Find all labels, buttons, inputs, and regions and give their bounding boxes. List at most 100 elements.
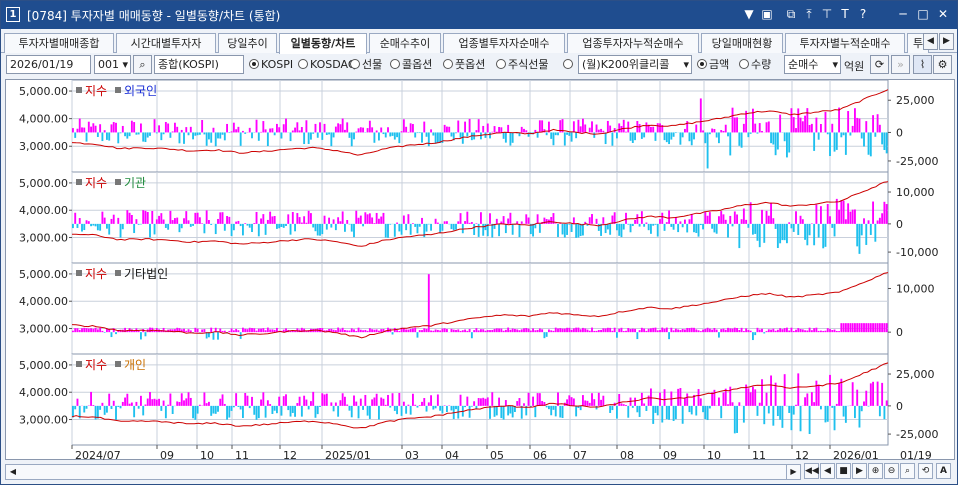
net-buy-bar bbox=[92, 328, 95, 333]
radio-underlying[interactable] bbox=[563, 57, 575, 73]
horizontal-scrollbar[interactable]: ◀ ▶ bbox=[5, 464, 801, 480]
net-buy-bar bbox=[629, 132, 632, 141]
code-select[interactable]: 001 ▾ bbox=[94, 55, 131, 74]
net-buy-bar bbox=[693, 223, 695, 233]
dropdown-icon[interactable]: ▼ bbox=[741, 6, 757, 23]
minimize-icon[interactable]: ─ bbox=[895, 6, 911, 23]
net-buy-bar bbox=[83, 127, 86, 133]
type-select[interactable]: 순매수 ▾ bbox=[784, 55, 841, 74]
reset-icon[interactable]: ⟲ bbox=[918, 463, 933, 479]
net-buy-bar bbox=[765, 331, 768, 333]
net-buy-bar bbox=[101, 132, 104, 142]
radio-call-option[interactable]: 콜옵션 bbox=[390, 57, 432, 73]
tab-daily-trading[interactable]: 당일매매현황 bbox=[701, 33, 783, 53]
rewind-icon[interactable]: ◀◀ bbox=[804, 463, 819, 479]
net-buy-bar bbox=[790, 108, 793, 133]
stop-icon[interactable]: ■ bbox=[836, 463, 851, 479]
net-buy-bar bbox=[285, 118, 287, 133]
net-buy-bar bbox=[749, 202, 752, 224]
net-buy-bar bbox=[244, 392, 247, 406]
net-buy-bar bbox=[248, 405, 251, 409]
net-buy-bar bbox=[711, 128, 714, 133]
net-buy-bar bbox=[695, 329, 698, 333]
net-buy-bar bbox=[761, 328, 763, 333]
text-icon[interactable]: T bbox=[837, 6, 853, 23]
fast-forward-icon[interactable]: » bbox=[891, 55, 910, 74]
net-buy-bar bbox=[518, 223, 521, 238]
right-axis-tick: 10,000 bbox=[896, 282, 935, 295]
net-buy-bar bbox=[752, 332, 754, 341]
underlying-select[interactable]: (월)K200위클리콜 ▾ bbox=[578, 55, 692, 74]
tab-next-icon[interactable]: ▶ bbox=[939, 33, 954, 50]
radio-stock-futures[interactable]: 주식선물 bbox=[496, 57, 548, 73]
net-buy-bar bbox=[854, 108, 856, 133]
net-buy-bar bbox=[856, 389, 859, 406]
investor-chart[interactable]: 5,000.00 4,000.00 3,000.00 25,000 0 -25,000 지수… bbox=[5, 79, 955, 462]
net-buy-bar bbox=[101, 330, 104, 333]
radio-put-option[interactable]: 풋옵션 bbox=[443, 57, 485, 73]
close-icon[interactable]: ✕ bbox=[935, 6, 951, 23]
net-buy-bar bbox=[434, 405, 437, 409]
tab-investor-summary[interactable]: 투자자별매매종합 bbox=[4, 33, 114, 53]
radio-amount[interactable]: 금액 bbox=[697, 57, 729, 73]
net-buy-bar bbox=[579, 223, 582, 237]
screen-icon[interactable]: ▣ bbox=[759, 6, 775, 23]
net-buy-bar bbox=[294, 127, 296, 133]
net-buy-bar bbox=[824, 111, 827, 133]
pin-icon[interactable]: ⊤ bbox=[819, 6, 835, 23]
left-axis-tick: 5,000.00 bbox=[19, 85, 68, 98]
radio-dot bbox=[739, 59, 749, 69]
font-size-icon[interactable]: A bbox=[936, 463, 951, 479]
net-buy-bar bbox=[387, 223, 389, 238]
chart-view-icon[interactable]: ⌇ bbox=[913, 55, 932, 74]
net-buy-bar bbox=[842, 323, 845, 333]
refresh-icon[interactable]: ⟳ bbox=[870, 55, 889, 74]
help-icon[interactable]: ? bbox=[855, 6, 871, 23]
net-buy-bar bbox=[142, 210, 145, 224]
net-buy-bar bbox=[90, 223, 92, 227]
radio-futures[interactable]: 선물 bbox=[350, 57, 382, 73]
net-buy-bar bbox=[568, 395, 571, 406]
date-input[interactable]: 2026/01/19 bbox=[6, 55, 91, 74]
search-icon[interactable]: ⌕ bbox=[133, 55, 152, 74]
tab-prev-icon[interactable]: ◀ bbox=[923, 33, 938, 50]
net-buy-bar bbox=[470, 405, 473, 407]
net-buy-bar bbox=[212, 332, 215, 340]
net-buy-bar bbox=[618, 393, 621, 406]
radio-kosdaq[interactable]: KOSDAQ bbox=[298, 57, 357, 73]
net-buy-bar bbox=[400, 131, 403, 133]
link-icon[interactable]: ⧉ bbox=[783, 6, 799, 23]
gear-icon[interactable]: ⚙ bbox=[933, 55, 952, 74]
play-icon[interactable]: ▶ bbox=[852, 463, 867, 479]
scroll-right-icon[interactable]: ▶ bbox=[786, 465, 800, 479]
pin-top-icon[interactable]: ⤒ bbox=[801, 6, 817, 23]
net-buy-bar bbox=[767, 329, 770, 333]
net-buy-bar bbox=[611, 405, 614, 411]
right-axis-tick: 0 bbox=[896, 400, 903, 413]
net-buy-bar bbox=[758, 402, 761, 406]
tab-intraday-trend[interactable]: 당일추이 bbox=[218, 33, 277, 53]
net-buy-bar bbox=[647, 395, 650, 406]
left-axis-tick: 3,000.00 bbox=[19, 140, 68, 153]
radio-quantity[interactable]: 수량 bbox=[739, 57, 771, 73]
radio-kospi[interactable]: KOSPI bbox=[249, 57, 293, 73]
tab-sector-investor-net[interactable]: 업종별투자자순매수 bbox=[443, 33, 565, 53]
maximize-icon[interactable]: □ bbox=[915, 6, 931, 23]
net-buy-bar bbox=[137, 223, 140, 225]
net-buy-bar bbox=[761, 130, 763, 133]
net-buy-bar bbox=[135, 401, 138, 406]
tab-investor-cumulative[interactable]: 투자자별누적순매수 bbox=[785, 33, 905, 53]
zoom-in-icon[interactable]: ⊕ bbox=[868, 463, 883, 479]
step-back-icon[interactable]: ◀ bbox=[820, 463, 835, 479]
net-buy-bar bbox=[350, 328, 353, 333]
net-buy-bar bbox=[670, 327, 673, 333]
tab-sector-cumulative[interactable]: 업종투자자누적순매수 bbox=[567, 33, 699, 53]
zoom-out-icon[interactable]: ⊖ bbox=[884, 463, 899, 479]
magnifier-icon[interactable]: ⌕ bbox=[900, 463, 915, 479]
tab-time-investor[interactable]: 시간대별투자자 bbox=[116, 33, 216, 53]
net-buy-bar bbox=[604, 328, 607, 333]
tab-net-buy-trend[interactable]: 순매수추이 bbox=[369, 33, 441, 53]
scroll-left-icon[interactable]: ◀ bbox=[6, 465, 20, 479]
net-buy-bar bbox=[520, 405, 523, 419]
tab-daily-chart[interactable]: 일별동향/차트 bbox=[279, 33, 367, 54]
